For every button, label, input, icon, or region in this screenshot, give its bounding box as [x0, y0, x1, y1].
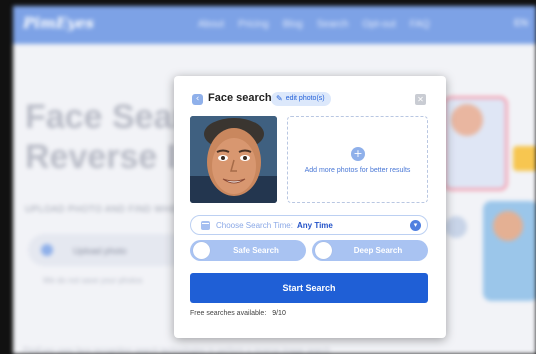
modal-title: Face search — [208, 92, 272, 104]
edit-photos-button[interactable]: ✎ edit photo(s) — [271, 92, 331, 106]
background-nav-link: About — [198, 19, 225, 30]
close-icon[interactable]: ✕ — [415, 94, 426, 105]
background-illustration-face — [451, 104, 483, 136]
deep-search-toggle[interactable]: Deep Search — [312, 240, 428, 261]
background-nav-link: Opt-out — [362, 19, 396, 30]
deep-search-label: Deep Search — [353, 246, 403, 255]
add-more-photos-text: Add more photos for better results — [304, 167, 411, 174]
magic-wand-icon: ✎ — [276, 94, 283, 103]
background-nav-link: Blog — [282, 19, 303, 30]
background-nav-links: About Pricing Blog Search Opt-out FAQ — [198, 19, 430, 30]
safe-search-toggle[interactable]: Safe Search — [190, 240, 306, 261]
edit-photos-label: edit photo(s) — [285, 95, 325, 102]
arrow-left-icon[interactable]: ‹ — [192, 94, 203, 105]
free-searches-label: Free searches available: — [190, 310, 267, 317]
search-time-value: Any Time — [297, 221, 333, 230]
face-search-modal: ‹ Face search ✎ edit photo(s) ✕ + Add mo… — [174, 76, 446, 338]
start-search-button[interactable]: Start Search — [190, 273, 428, 303]
free-searches-count: 9/10 — [272, 310, 286, 317]
free-searches-info: Free searches available: 9/10 — [190, 310, 286, 317]
plus-icon[interactable]: + — [351, 147, 365, 161]
background-logo: PimEyes — [23, 14, 94, 32]
background-navbar: PimEyes About Pricing Blog Search Opt-ou… — [13, 6, 536, 44]
background-bottom-text: PimEyes uses face recognition search tec… — [23, 346, 331, 354]
background-illustration-avatar — [445, 216, 467, 238]
background-nav-link: FAQ — [409, 19, 430, 30]
background-language: EN — [514, 18, 528, 29]
page: PimEyes About Pricing Blog Search Opt-ou… — [0, 0, 536, 354]
background-illustration-head — [493, 211, 523, 241]
background-illustration-badge — [513, 146, 536, 171]
calendar-icon — [201, 221, 210, 230]
add-photo-dropzone[interactable]: + Add more photos for better results — [287, 116, 428, 203]
uploaded-face-photo — [190, 116, 277, 203]
background-note: We do not save your photos — [43, 276, 143, 285]
search-time-select[interactable]: Choose Search Time: Any Time ▾ — [190, 215, 428, 235]
background-upload-text: Upload photo — [73, 246, 127, 256]
background-nav-link: Pricing — [238, 19, 269, 30]
face-photo-image — [190, 116, 277, 203]
background-nav-link: Search — [316, 19, 349, 30]
search-time-label: Choose Search Time: — [216, 221, 293, 230]
safe-search-label: Safe Search — [233, 246, 279, 255]
chevron-down-icon[interactable]: ▾ — [410, 220, 421, 231]
background-upload-icon — [41, 244, 53, 256]
